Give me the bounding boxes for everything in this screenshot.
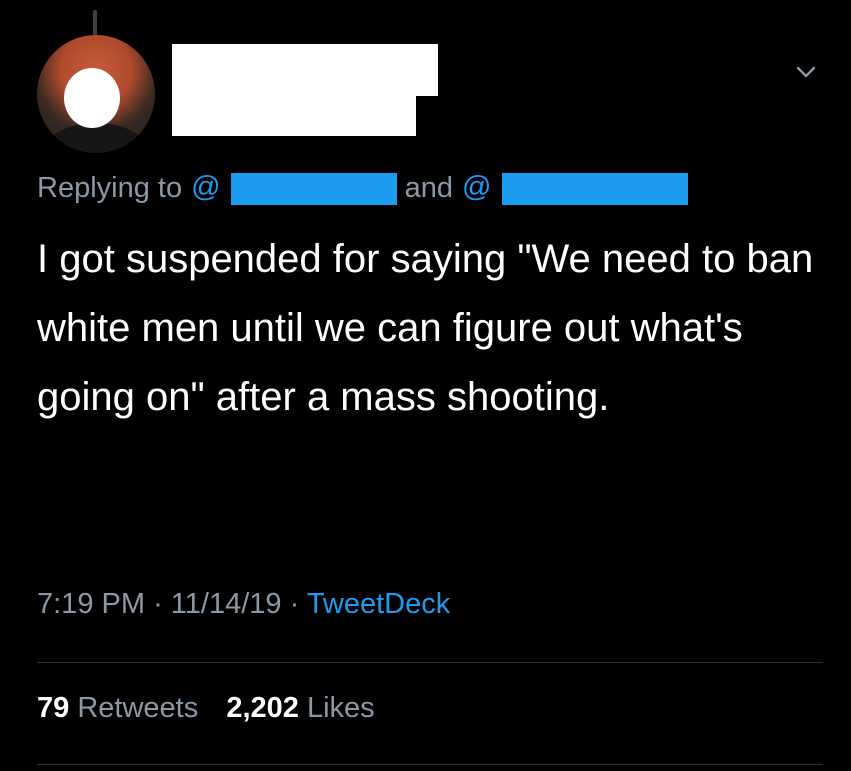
retweets-label: Retweets: [77, 692, 199, 724]
meta-separator: ·: [289, 588, 300, 620]
mention-redaction-2: [501, 172, 688, 205]
tweet-text: I got suspended for saying "We need to b…: [37, 237, 814, 419]
mention-link-2[interactable]: @: [462, 171, 688, 205]
mention-at-symbol: @: [191, 171, 221, 204]
tweet-time[interactable]: 7:19 PM: [37, 588, 145, 620]
retweets-stat[interactable]: 79 Retweets: [37, 692, 198, 724]
retweets-count: 79: [37, 692, 70, 724]
tweet-stats: 79 Retweets 2,202 Likes: [37, 692, 375, 725]
replying-to-label: Replying to: [37, 171, 183, 204]
tweet-source-link[interactable]: TweetDeck: [307, 588, 450, 620]
likes-stat[interactable]: 2,202 Likes: [226, 692, 374, 724]
meta-separator: ·: [153, 588, 163, 620]
chevron-down-icon[interactable]: [794, 60, 818, 84]
mention-link-1[interactable]: @: [191, 171, 397, 205]
likes-label: Likes: [306, 692, 375, 724]
tweet-metadata: 7:19 PM · 11/14/19 · TweetDeck: [37, 588, 450, 621]
username-redaction: [172, 84, 416, 136]
avatar[interactable]: [37, 35, 155, 153]
reply-conjunction: and: [404, 171, 453, 204]
divider: [37, 764, 823, 765]
divider: [37, 662, 823, 663]
likes-count: 2,202: [226, 692, 299, 724]
thread-connector-line: [93, 10, 97, 36]
replying-to-line: Replying to @ and @: [37, 168, 688, 208]
tweet-date[interactable]: 11/14/19: [171, 588, 282, 620]
mention-at-symbol: @: [462, 171, 492, 204]
mention-redaction-1: [230, 172, 397, 205]
avatar-face-redaction: [64, 68, 120, 128]
